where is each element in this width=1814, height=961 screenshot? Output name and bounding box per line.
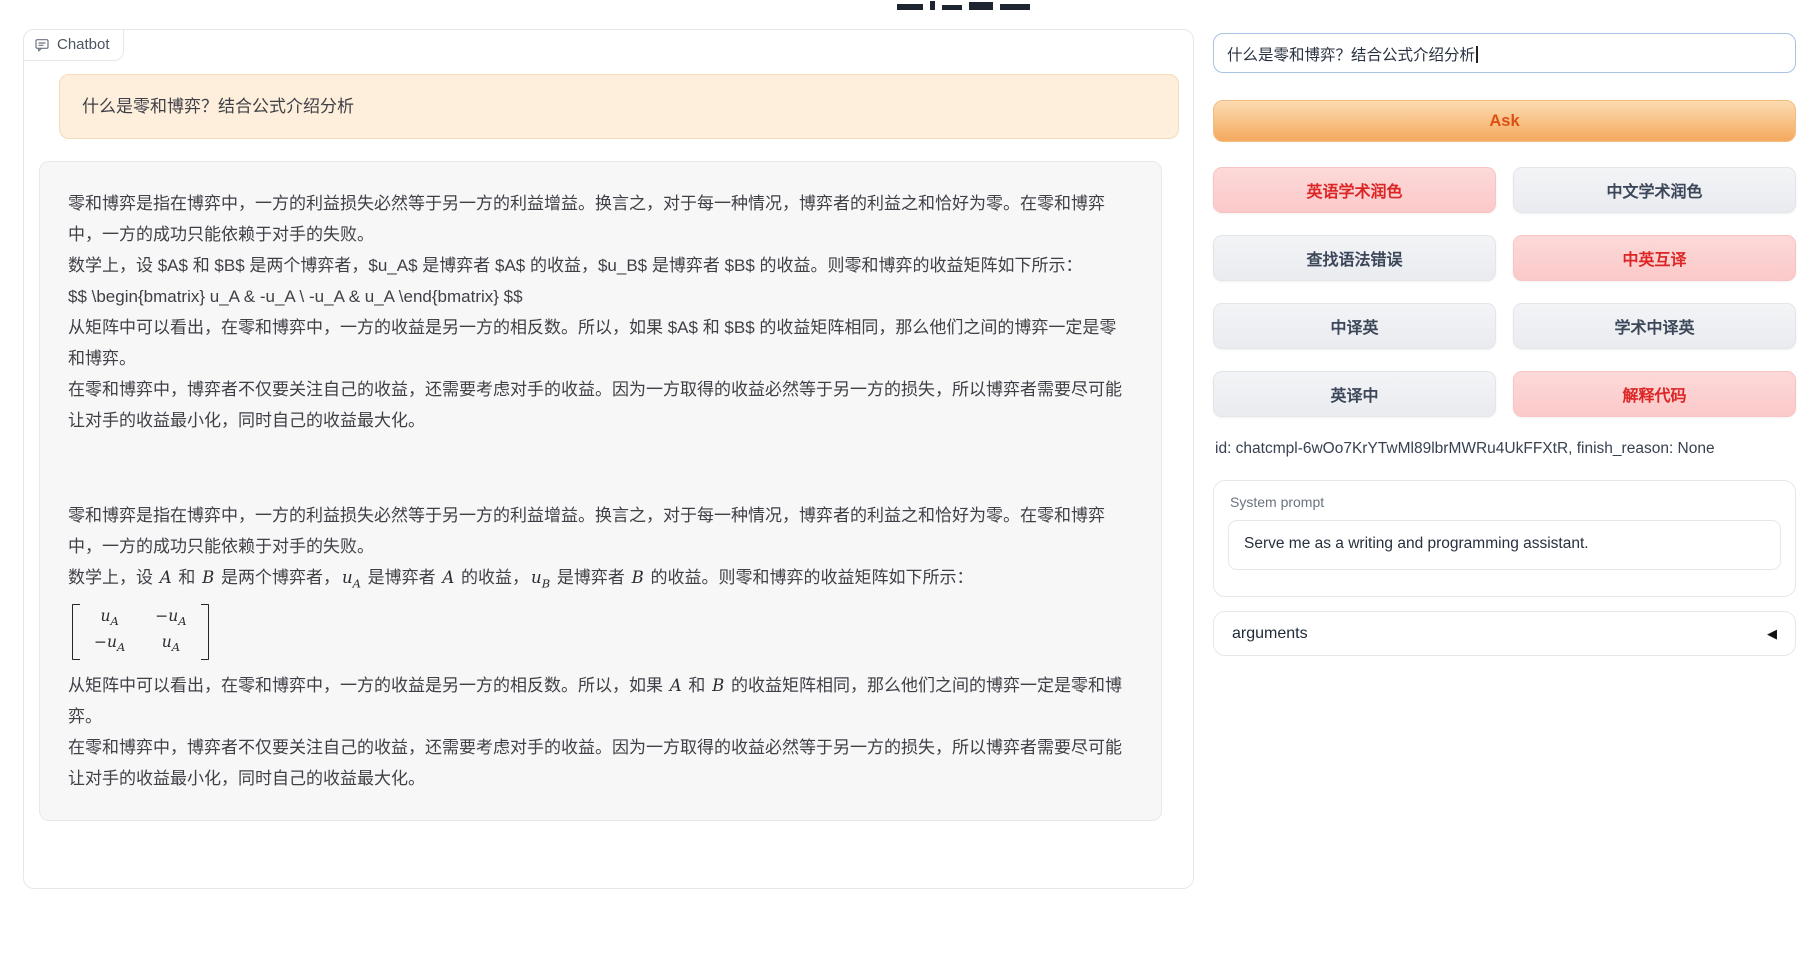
user-message-bubble: 什么是零和博弈？结合公式介绍分析 — [59, 74, 1179, 139]
collapse-arrow-icon: ◀ — [1767, 627, 1777, 640]
completion-status-line: id: chatcmpl-6wOo7KrYTwMl89lbrMWRu4UkFFX… — [1215, 440, 1798, 458]
payoff-matrix: uA−uA−uAuA — [68, 599, 1133, 670]
app-page: Chatbot 什么是零和博弈？结合公式介绍分析 零和博弈是指在博弈中，一方的利… — [0, 0, 1814, 961]
system-prompt-label: System prompt — [1230, 494, 1781, 510]
bot-paragraph: $$ \begin{bmatrix} u_A & -u_A \ -u_A & u… — [68, 281, 1133, 312]
bot-paragraph: 数学上，设 A 和 B 是两个博弈者，uA 是博弈者 A 的收益，uB 是博弈者… — [68, 562, 1133, 599]
bot-paragraph: 零和博弈是指在博弈中，一方的利益损失必然等于另一方的利益增益。换言之，对于每一种… — [68, 500, 1133, 562]
bot-paragraph: 零和博弈是指在博弈中，一方的利益损失必然等于另一方的利益增益。换言之，对于每一种… — [68, 188, 1133, 250]
bot-paragraph: 从矩阵中可以看出，在零和博弈中，一方的收益是另一方的相反数。所以，如果 A 和 … — [68, 670, 1133, 732]
zh-to-en-button[interactable]: 中译英 — [1213, 303, 1496, 349]
text-caret-icon — [1476, 46, 1478, 63]
ask-button[interactable]: Ask — [1213, 100, 1796, 142]
bot-paragraph: 在零和博弈中，博弈者不仅要关注自己的收益，还需要考虑对手的收益。因为一方取得的收… — [68, 732, 1133, 794]
bot-paragraph: 在零和博弈中，博弈者不仅要关注自己的收益，还需要考虑对手的收益。因为一方取得的收… — [68, 374, 1133, 436]
clipped-page-title — [897, 0, 1037, 10]
arguments-accordion-label: arguments — [1232, 625, 1308, 643]
bot-paragraph: 数学上，设 $A$ 和 $B$ 是两个博弈者，$u_A$ 是博弈者 $A$ 的收… — [68, 250, 1133, 281]
chat-bubble-icon — [34, 37, 50, 53]
bot-paragraph: 从矩阵中可以看出，在零和博弈中，一方的收益是另一方的相反数。所以，如果 $A$ … — [68, 312, 1133, 374]
chatbot-panel: Chatbot 什么是零和博弈？结合公式介绍分析 零和博弈是指在博弈中，一方的利… — [23, 29, 1194, 889]
explain-code-button[interactable]: 解释代码 — [1513, 371, 1796, 417]
arguments-accordion[interactable]: arguments ◀ — [1213, 611, 1796, 656]
bot-message-bubble: 零和博弈是指在博弈中，一方的利益损失必然等于另一方的利益增益。换言之，对于每一种… — [39, 161, 1162, 821]
system-prompt-group: System prompt Serve me as a writing and … — [1213, 480, 1796, 597]
paragraph-gap — [68, 436, 1133, 500]
chat-messages: 什么是零和博弈？结合公式介绍分析 零和博弈是指在博弈中，一方的利益损失必然等于另… — [24, 30, 1193, 888]
en-to-zh-button[interactable]: 英译中 — [1213, 371, 1496, 417]
chinese-academic-polish-button[interactable]: 中文学术润色 — [1513, 167, 1796, 213]
question-input-value: 什么是零和博弈？结合公式介绍分析 — [1227, 47, 1475, 64]
chatbot-label: Chatbot — [23, 29, 124, 61]
system-prompt-value: Serve me as a writing and programming as… — [1244, 535, 1589, 552]
chatbot-label-text: Chatbot — [57, 36, 110, 53]
zh-en-mutual-translate-button[interactable]: 中英互译 — [1513, 235, 1796, 281]
question-input[interactable]: 什么是零和博弈？结合公式介绍分析 — [1213, 33, 1796, 73]
academic-zh-to-en-button[interactable]: 学术中译英 — [1513, 303, 1796, 349]
find-grammar-errors-button[interactable]: 查找语法错误 — [1213, 235, 1496, 281]
user-message-text: 什么是零和博弈？结合公式介绍分析 — [82, 97, 354, 116]
bot-message-content: 零和博弈是指在博弈中，一方的利益损失必然等于另一方的利益增益。换言之，对于每一种… — [68, 188, 1133, 794]
quick-action-grid: 英语学术润色 中文学术润色 查找语法错误 中英互译 中译英 学术中译英 英译中 … — [1213, 167, 1796, 417]
english-academic-polish-button[interactable]: 英语学术润色 — [1213, 167, 1496, 213]
system-prompt-input[interactable]: Serve me as a writing and programming as… — [1228, 520, 1781, 570]
